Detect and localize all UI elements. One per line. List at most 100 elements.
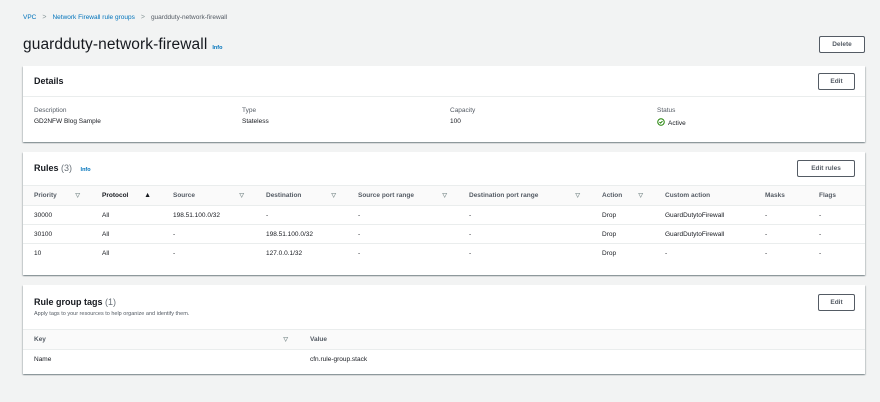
table-row: 30000 All 198.51.100.0/32- - - Drop GuardDutyt… (23, 205, 865, 225)
table-cell: cfn.rule-group.stack (310, 355, 368, 363)
table-cell: - (808, 205, 865, 225)
tags-table: Key ▽ Value Name cfn.rule-group.stack (23, 329, 865, 369)
table-cell: - (754, 205, 808, 225)
rules-header: Rules (3) Info Edit rules (23, 152, 865, 185)
tags-title: Rule group tags (34, 297, 103, 307)
status-label: Status (657, 107, 676, 114)
table-cell: - (665, 249, 668, 257)
table-cell: 198.51.100.0/32 (255, 224, 347, 244)
table-cell: - (469, 249, 472, 257)
table-cell: All (91, 224, 162, 244)
sort-down-icon: ▽ (331, 193, 336, 199)
table-cell: GuardDutytoFirewall (654, 205, 754, 225)
capacity-field: Capacity 100 (450, 107, 475, 125)
table-cell: - (458, 205, 591, 225)
table-cell: GuardDutytoFirewall (654, 224, 754, 244)
type-value: Stateless (242, 118, 269, 125)
table-cell: Drop (591, 224, 654, 244)
page-header: guardduty-network-firewall Info (23, 36, 222, 54)
sort-down-icon: ▽ (283, 337, 288, 343)
rules-table: Priority ▽ Protocol ▲ Source ▽ Destination ▽… (23, 185, 865, 263)
type-label: Type (242, 107, 257, 114)
description-field: Description GD2NFW Blog Sample (34, 107, 101, 125)
tags-count: (1) (105, 297, 117, 307)
tags-edit-button[interactable]: Edit (818, 294, 855, 311)
type-field: Type Stateless (242, 107, 269, 125)
table-cell: - (458, 224, 591, 244)
sort-down-icon: ▽ (575, 193, 580, 199)
sort-up-active-icon: ▲ (144, 192, 151, 199)
table-cell: - (173, 249, 176, 257)
tags-header-row: Key ▽ Value (23, 329, 865, 350)
capacity-label: Capacity (450, 107, 476, 114)
col-custom-action: Custom action (654, 185, 754, 206)
breadcrumb-separator: > (42, 14, 47, 21)
rules-title: Rules (34, 163, 59, 173)
table-cell: All (102, 249, 110, 257)
table-cell: Drop (591, 205, 654, 225)
details-title: Details (34, 76, 64, 86)
table-row: 30100 All -198.51.100.0/32- - Drop GuardDutyt… (23, 224, 865, 244)
sort-down-icon: ▽ (442, 193, 447, 199)
sort-down-icon: ▽ (75, 193, 80, 199)
table-cell: - (347, 205, 458, 225)
col-value: Value (299, 329, 865, 350)
breadcrumb: VPC > Network Firewall rule groups > gua… (23, 14, 227, 21)
rules-count: (3) (61, 163, 73, 173)
table-cell: 30000 (23, 205, 91, 225)
table-cell: - (358, 249, 361, 257)
table-cell: 198.51.100.0/32 (162, 205, 255, 225)
table-cell: 127.0.0.1/32 (266, 249, 303, 257)
rules-title-wrap: Rules (3) Info (34, 163, 91, 173)
description-value: GD2NFW Blog Sample (34, 118, 101, 125)
status-value: Active (668, 119, 686, 127)
status-value-wrap: Active (657, 118, 686, 128)
col-destination[interactable]: Destination ▽ (255, 185, 347, 206)
col-source-port[interactable]: Source port range ▽ (347, 185, 458, 206)
details-panel: Details Edit Description GD2NFW Blog Sam… (23, 66, 865, 142)
breadcrumb-current: guardduty-network-firewall (150, 14, 228, 21)
table-cell: - (754, 224, 808, 244)
table-cell: - (347, 224, 458, 244)
sort-down-icon: ▽ (239, 193, 244, 199)
delete-button[interactable]: Delete (819, 36, 865, 53)
col-priority[interactable]: Priority ▽ (23, 185, 91, 206)
table-cell: - (255, 205, 347, 225)
table-cell: Name (34, 355, 52, 363)
details-edit-button[interactable]: Edit (818, 73, 855, 90)
table-cell: Drop (602, 249, 617, 257)
tags-header: Rule group tags (1) Apply tags to your r… (23, 285, 865, 329)
tags-panel: Rule group tags (1) Apply tags to your r… (23, 285, 865, 374)
breadcrumb-link-vpc[interactable]: VPC (23, 14, 36, 21)
col-action[interactable]: Action ▽ (591, 185, 654, 206)
breadcrumb-link-rule-groups[interactable]: Network Firewall rule groups (52, 14, 134, 21)
table-cell: - (819, 249, 822, 257)
table-row: Name cfn.rule-group.stack (23, 350, 865, 369)
col-masks: Masks (754, 185, 808, 206)
edit-rules-button[interactable]: Edit rules (797, 160, 855, 177)
rules-panel: Rules (3) Info Edit rules Priority ▽ Prot… (23, 152, 865, 275)
table-cell: All (91, 205, 162, 225)
col-key[interactable]: Key ▽ (23, 329, 299, 350)
table-cell: - (808, 224, 865, 244)
col-flags: Flags (808, 185, 865, 206)
col-source[interactable]: Source ▽ (162, 185, 255, 206)
table-cell: - (765, 249, 768, 257)
description-label: Description (34, 107, 67, 114)
sort-down-icon: ▽ (638, 193, 643, 199)
rules-info-link[interactable]: Info (81, 167, 91, 173)
tags-title-wrap: Rule group tags (1) (34, 297, 116, 307)
page-title: guardduty-network-firewall (23, 36, 208, 53)
breadcrumb-separator: > (140, 14, 145, 21)
tags-subtitle: Apply tags to your resources to help org… (34, 311, 190, 317)
col-protocol[interactable]: Protocol ▲ (91, 185, 162, 206)
table-cell: 10 (34, 249, 42, 257)
table-row: 10 All - 127.0.0.1/32 - - Drop - - - (23, 244, 865, 263)
col-destination-port[interactable]: Destination port range ▽ (458, 185, 591, 206)
details-header: Details Edit (23, 66, 865, 97)
capacity-value: 100 (450, 118, 461, 125)
rules-header-row: Priority ▽ Protocol ▲ Source ▽ Destination ▽… (23, 185, 865, 206)
check-circle-icon (657, 118, 665, 128)
info-link[interactable]: Info (212, 45, 222, 51)
table-cell: 30100 (23, 224, 91, 244)
